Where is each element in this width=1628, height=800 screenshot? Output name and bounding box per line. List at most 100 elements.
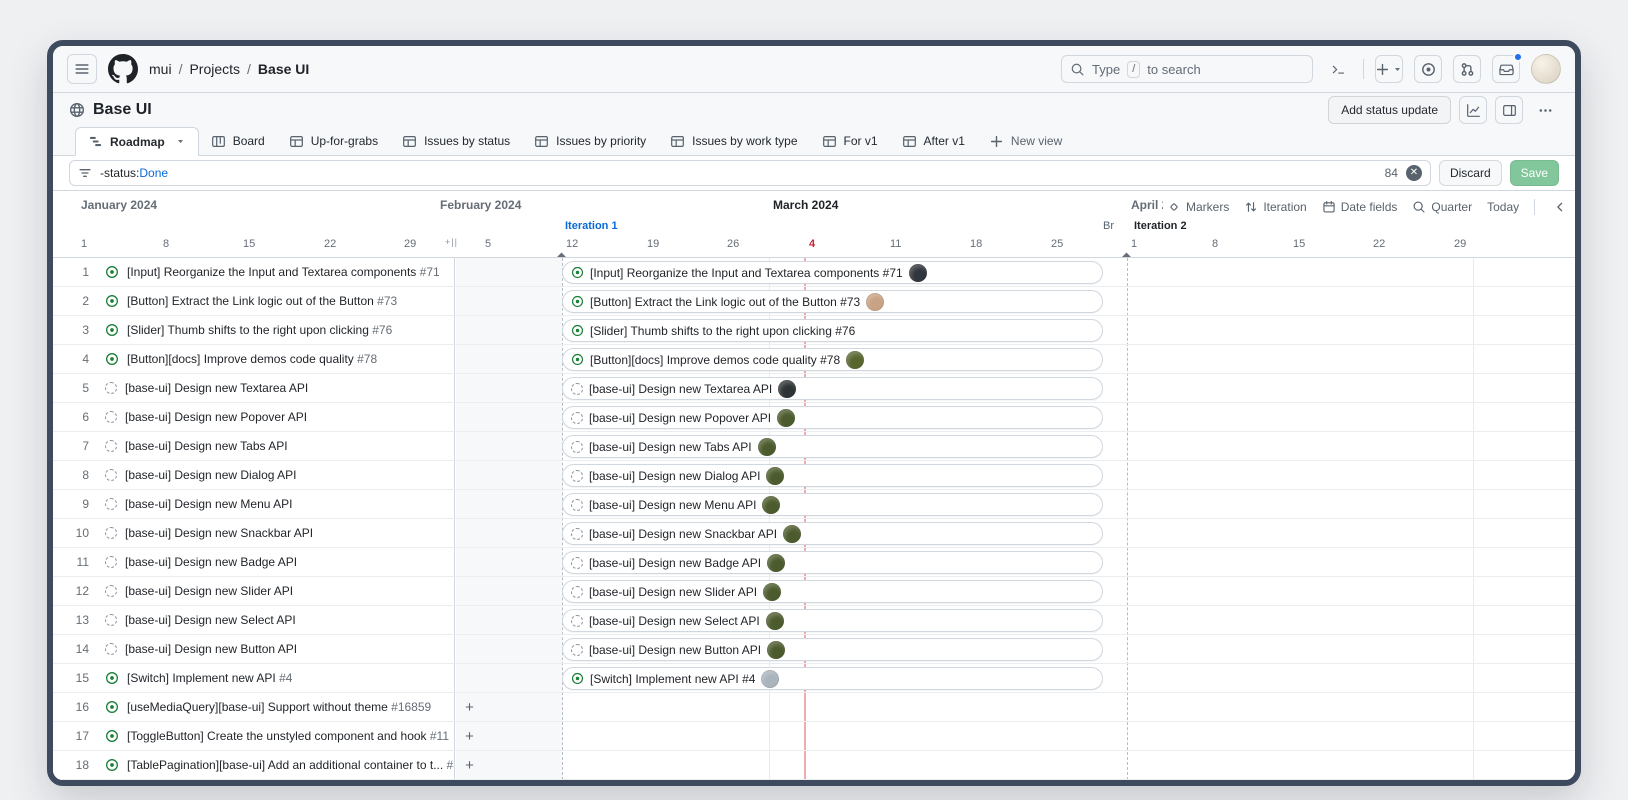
draft-issue-icon: [105, 382, 117, 394]
project-title: Base UI: [93, 101, 152, 119]
issue-number: #73: [374, 294, 397, 308]
table-row[interactable]: 13[base-ui] Design new Select API: [53, 606, 455, 634]
search-input[interactable]: Type / to search: [1061, 55, 1313, 83]
side-panel-button[interactable]: [1495, 96, 1523, 124]
save-button[interactable]: Save: [1510, 160, 1559, 186]
table-row[interactable]: 14[base-ui] Design new Button API: [53, 635, 455, 663]
zoom-level-button[interactable]: Quarter: [1412, 200, 1472, 214]
issue-opened-icon: [105, 671, 119, 685]
project-menu-button[interactable]: [1531, 96, 1559, 124]
bar-title: [base-ui] Design new Badge API: [589, 556, 761, 570]
roadmap-row: 16[useMediaQuery][base-ui] Support witho…: [53, 693, 1575, 722]
tab-issues-by-priority[interactable]: Issues by priority: [522, 127, 658, 155]
assignee-avatar: [767, 641, 785, 659]
table-row[interactable]: 2[Button] Extract the Link logic out of …: [53, 287, 455, 315]
table-row[interactable]: 11[base-ui] Design new Badge API: [53, 548, 455, 576]
timeline-bar[interactable]: [base-ui] Design new Popover API: [562, 406, 1103, 429]
scroll-left-button[interactable]: [1550, 197, 1570, 217]
filter-input[interactable]: -status:Done 84 ✕: [69, 160, 1431, 186]
issue-number: #16859: [388, 700, 431, 714]
table-row[interactable]: 6[base-ui] Design new Popover API: [53, 403, 455, 431]
global-nav-button[interactable]: [67, 54, 97, 84]
issues-button[interactable]: [1414, 55, 1442, 83]
clear-filter-button[interactable]: ✕: [1406, 165, 1422, 181]
pull-requests-button[interactable]: [1453, 55, 1481, 83]
table-row[interactable]: 8[base-ui] Design new Dialog API: [53, 461, 455, 489]
timeline-bar[interactable]: [base-ui] Design new Dialog API: [562, 464, 1103, 487]
pane-resize-handle[interactable]: +||: [445, 237, 458, 247]
timeline-bar[interactable]: [base-ui] Design new Badge API: [562, 551, 1103, 574]
create-new-button[interactable]: [1375, 55, 1403, 83]
assignee-avatar: [766, 467, 784, 485]
tab-up-for-grabs[interactable]: Up-for-grabs: [277, 127, 390, 155]
timeline-bar[interactable]: [base-ui] Design new Textarea API: [562, 377, 1103, 400]
timeline-bar[interactable]: [Button] Extract the Link logic out of t…: [562, 290, 1103, 313]
globe-icon: [69, 102, 85, 118]
global-topbar: mui / Projects / Base UI Type / to searc…: [53, 46, 1575, 93]
sidebar-icon: [1502, 103, 1517, 118]
month-label: January 2024: [81, 198, 157, 212]
tab-board[interactable]: Board: [199, 127, 277, 155]
github-logo[interactable]: [108, 54, 138, 84]
draft-issue-icon: [105, 614, 117, 626]
table-row[interactable]: 18[TablePagination][base-ui] Add an addi…: [53, 751, 455, 779]
roadmap-row: 4[Button][docs] Improve demos code quali…: [53, 345, 1575, 374]
table-row[interactable]: 16[useMediaQuery][base-ui] Support witho…: [53, 693, 455, 721]
table-row[interactable]: 15[Switch] Implement new API #4: [53, 664, 455, 692]
table-row[interactable]: 3[Slider] Thumb shifts to the right upon…: [53, 316, 455, 344]
insights-button[interactable]: [1459, 96, 1487, 124]
table-row[interactable]: 12[base-ui] Design new Slider API: [53, 577, 455, 605]
row-number: 11: [65, 555, 89, 569]
add-date-button[interactable]: +: [460, 698, 479, 717]
timeline-bar[interactable]: [base-ui] Design new Slider API: [562, 580, 1103, 603]
table-row[interactable]: 17[ToggleButton] Create the unstyled com…: [53, 722, 455, 750]
add-status-update-button[interactable]: Add status update: [1328, 96, 1451, 124]
tab-issues-by-status[interactable]: Issues by status: [390, 127, 522, 155]
discard-button[interactable]: Discard: [1439, 160, 1502, 186]
draft-issue-icon: [105, 498, 117, 510]
user-avatar[interactable]: [1531, 54, 1561, 84]
triangle-down-icon: [175, 136, 186, 147]
row-number: 16: [65, 700, 89, 714]
bar-title: [base-ui] Design new Button API: [589, 643, 761, 657]
add-date-button[interactable]: +: [460, 756, 479, 775]
breadcrumb-org[interactable]: mui: [149, 61, 172, 77]
timeline-bar[interactable]: [base-ui] Design new Button API: [562, 638, 1103, 661]
timeline-bar[interactable]: [Switch] Implement new API #4: [562, 667, 1103, 690]
table-row[interactable]: 1[Input] Reorganize the Input and Textar…: [53, 258, 455, 286]
markers-button[interactable]: Markers: [1167, 200, 1229, 214]
bar-title: [Switch] Implement new API #4: [590, 672, 755, 686]
timeline-bar[interactable]: [base-ui] Design new Select API: [562, 609, 1103, 632]
row-number: 5: [65, 381, 89, 395]
row-title: [Input] Reorganize the Input and Textare…: [127, 265, 440, 279]
issue-number: #71: [416, 265, 439, 279]
tab-issues-by-work-type[interactable]: Issues by work type: [658, 127, 809, 155]
tab-for-v1[interactable]: For v1: [810, 127, 890, 155]
command-palette-button[interactable]: [1324, 55, 1352, 83]
iteration-button[interactable]: Iteration: [1244, 200, 1306, 214]
timeline-bar[interactable]: [base-ui] Design new Snackbar API: [562, 522, 1103, 545]
table-row[interactable]: 9[base-ui] Design new Menu API: [53, 490, 455, 518]
table-row[interactable]: 5[base-ui] Design new Textarea API: [53, 374, 455, 402]
timeline-bar[interactable]: [Button][docs] Improve demos code qualit…: [562, 348, 1103, 371]
month-label: February 2024: [440, 198, 521, 212]
today-button[interactable]: Today: [1487, 200, 1519, 214]
table-row[interactable]: 4[Button][docs] Improve demos code quali…: [53, 345, 455, 373]
timeline-bar[interactable]: [Slider] Thumb shifts to the right upon …: [562, 319, 1103, 342]
table-row[interactable]: 7[base-ui] Design new Tabs API: [53, 432, 455, 460]
add-date-button[interactable]: +: [460, 727, 479, 746]
timeline-bar[interactable]: [base-ui] Design new Tabs API: [562, 435, 1103, 458]
date-label: 19: [647, 238, 659, 250]
date-fields-button[interactable]: Date fields: [1322, 200, 1398, 214]
row-number: 3: [65, 323, 89, 337]
tab-roadmap[interactable]: Roadmap: [75, 127, 199, 156]
timeline-bar[interactable]: [Input] Reorganize the Input and Textare…: [562, 261, 1103, 284]
timeline-bar[interactable]: [base-ui] Design new Menu API: [562, 493, 1103, 516]
draft-issue-icon: [571, 470, 583, 482]
breadcrumb-projects[interactable]: Projects: [189, 61, 240, 77]
table-row[interactable]: 10[base-ui] Design new Snackbar API: [53, 519, 455, 547]
graph-icon: [1466, 103, 1481, 118]
tab-after-v1[interactable]: After v1: [890, 127, 977, 155]
new-view-button[interactable]: New view: [977, 127, 1074, 155]
date-label: 12: [566, 238, 578, 250]
